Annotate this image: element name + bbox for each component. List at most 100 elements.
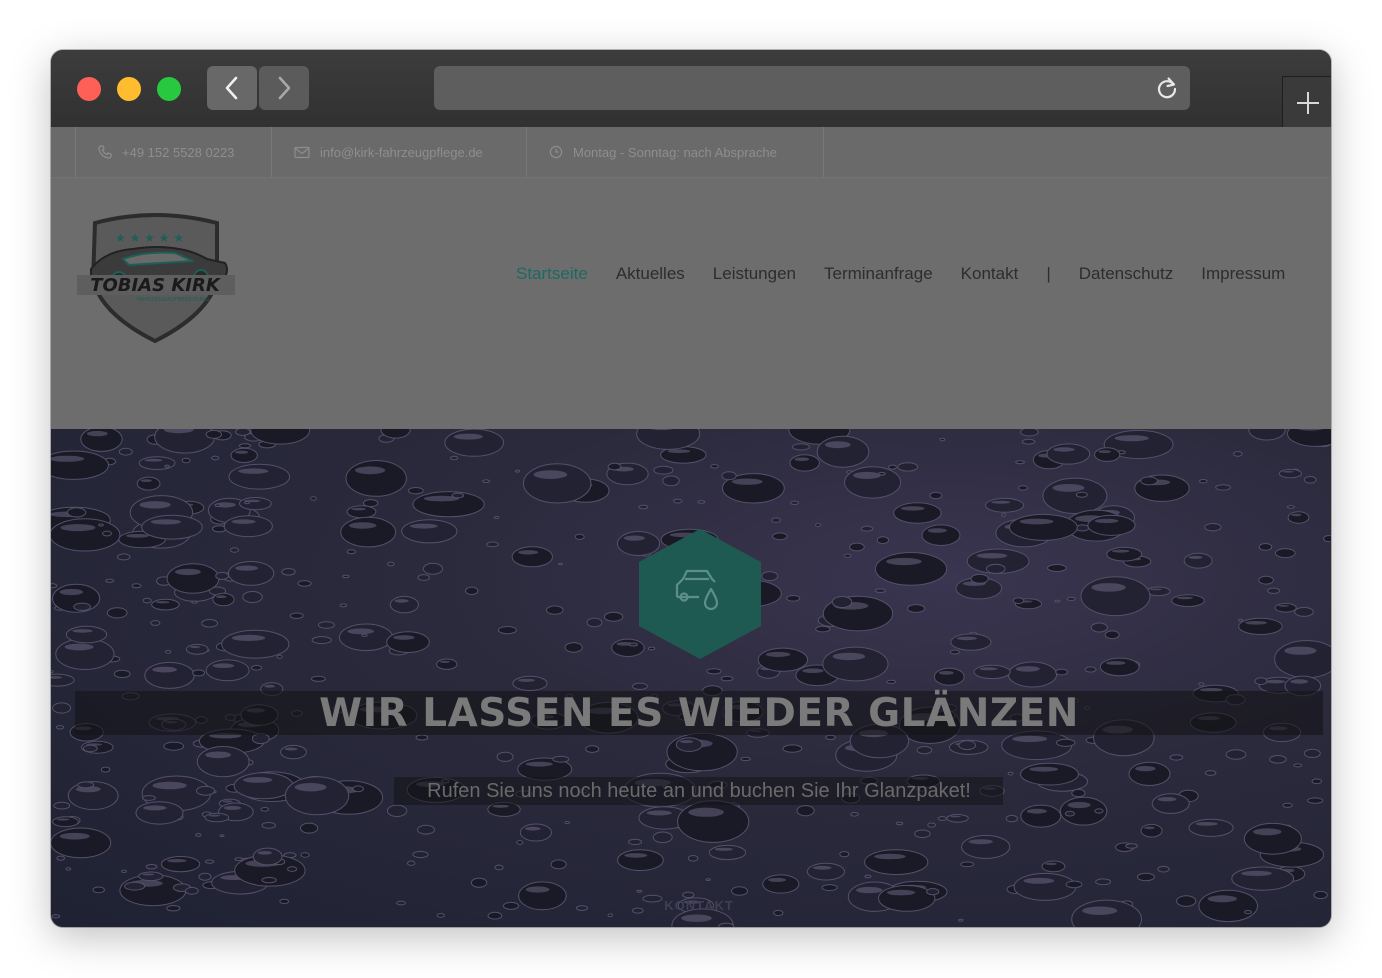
tobias-kirk-logo[interactable]: ★ ★ ★ ★ ★ TOBIAS KIRK FAHRZEUGAUFBEREITU… (75, 211, 235, 345)
water-drop (1020, 804, 1062, 828)
water-drop (51, 670, 54, 674)
maximize-window-button[interactable] (157, 77, 181, 101)
water-drop-highlight (1290, 679, 1309, 684)
water-drop (877, 471, 886, 476)
nav-item-aktuelles[interactable]: Aktuelles (616, 264, 685, 284)
email-contact[interactable]: info@kirk-fahrzeugpflege.de (271, 127, 526, 177)
water-drop (204, 859, 215, 864)
water-drop-highlight (140, 479, 152, 482)
nav-item-impressum[interactable]: Impressum (1201, 264, 1285, 284)
water-drop (138, 871, 164, 882)
water-drop-highlight (956, 636, 978, 641)
nav-item-terminanfrage[interactable]: Terminanfrage (824, 264, 933, 284)
water-drop (1294, 606, 1314, 617)
water-drop (1303, 476, 1317, 484)
minimize-window-button[interactable] (117, 77, 141, 101)
close-window-button[interactable] (77, 77, 101, 101)
water-drop (1254, 677, 1268, 686)
hero-section: WIR LASSEN ES WIEDER GLÄNZEN Rufen Sie u… (51, 429, 1331, 927)
water-drop (888, 464, 897, 470)
nav-item-leistungen[interactable]: Leistungen (713, 264, 796, 284)
phone-number: +49 152 5528 0223 (122, 144, 235, 160)
browser-window: +49 152 5528 0223 info@kirk-fahrzeugpfle… (51, 50, 1331, 927)
contact-button[interactable]: KONTAKT (651, 898, 747, 913)
water-drop-highlight (1284, 646, 1317, 655)
water-drop-highlight (59, 832, 90, 840)
water-drop-highlight (139, 501, 171, 509)
water-drop (914, 829, 931, 839)
water-drop (486, 541, 500, 548)
water-drop (1056, 738, 1076, 747)
water-drop-highlight (667, 449, 691, 453)
water-drop (417, 574, 430, 581)
water-drop-highlight (874, 853, 906, 860)
water-drop-highlight (525, 826, 541, 831)
water-drop (497, 626, 517, 635)
nav-item-startseite[interactable]: Startseite (516, 264, 588, 284)
address-bar[interactable] (434, 66, 1190, 110)
water-drops-background (51, 429, 1331, 927)
water-drop-highlight (1015, 666, 1040, 672)
water-drop (100, 766, 111, 773)
water-drop (412, 491, 485, 518)
water-drop (496, 751, 514, 762)
forward-button[interactable] (259, 66, 309, 110)
new-tab-button[interactable] (1282, 76, 1331, 128)
water-drop (1204, 770, 1217, 776)
water-drop (814, 523, 822, 527)
water-drop (558, 562, 563, 566)
water-drop (161, 856, 201, 873)
water-drop (636, 429, 701, 450)
svg-text:★ ★ ★ ★ ★: ★ ★ ★ ★ ★ (115, 231, 184, 245)
water-drop (1243, 822, 1302, 855)
water-drop (576, 905, 588, 911)
water-drop-highlight (393, 635, 415, 640)
water-drop (874, 551, 948, 586)
water-drop-highlight (853, 471, 881, 479)
water-drop (281, 568, 296, 576)
water-drop (346, 505, 377, 519)
water-drop (1140, 823, 1163, 838)
water-drop (850, 812, 859, 817)
water-drop (1199, 479, 1208, 484)
water-drop-highlight (1265, 679, 1286, 684)
water-drop (1286, 505, 1295, 509)
water-drop (235, 429, 251, 436)
water-drop (493, 516, 500, 519)
nav-item-kontakt[interactable]: Kontakt (961, 264, 1019, 284)
water-drop (66, 507, 87, 518)
water-drop (1231, 866, 1295, 891)
water-drop-highlight (216, 595, 227, 599)
water-drop (516, 840, 524, 845)
water-drop (926, 888, 940, 896)
water-drop (1293, 763, 1303, 768)
water-drop (958, 918, 964, 922)
water-drop (396, 900, 407, 906)
water-drop-highlight (1023, 877, 1055, 884)
water-drop-highlight (856, 886, 883, 894)
back-button[interactable] (207, 66, 257, 110)
water-drop (789, 500, 800, 506)
water-drop (519, 823, 552, 842)
water-drop (52, 816, 79, 828)
hours-text: Montag - Sonntag: nach Absprache (573, 144, 777, 160)
water-drop (961, 834, 1011, 859)
water-drop (1183, 552, 1213, 569)
water-drop (1020, 429, 1039, 437)
water-drop (252, 847, 283, 866)
water-drop (1275, 548, 1296, 559)
water-drop (792, 443, 810, 451)
water-drop (300, 822, 319, 834)
water-drop-highlight (624, 853, 648, 858)
water-drop (705, 878, 711, 882)
hero-subline: Rufen Sie uns noch heute an und buchen S… (427, 780, 971, 802)
reload-icon[interactable] (1154, 75, 1180, 101)
water-drop (772, 532, 788, 541)
water-drop-highlight (1114, 435, 1149, 442)
water-drop (279, 898, 290, 905)
phone-contact[interactable]: +49 152 5528 0223 (75, 127, 271, 177)
nav-item-datenschutz[interactable]: Datenschutz (1079, 264, 1174, 284)
water-drop (227, 561, 275, 586)
contact-bar: +49 152 5528 0223 info@kirk-fahrzeugpfle… (51, 127, 1331, 178)
water-drop (185, 886, 199, 895)
